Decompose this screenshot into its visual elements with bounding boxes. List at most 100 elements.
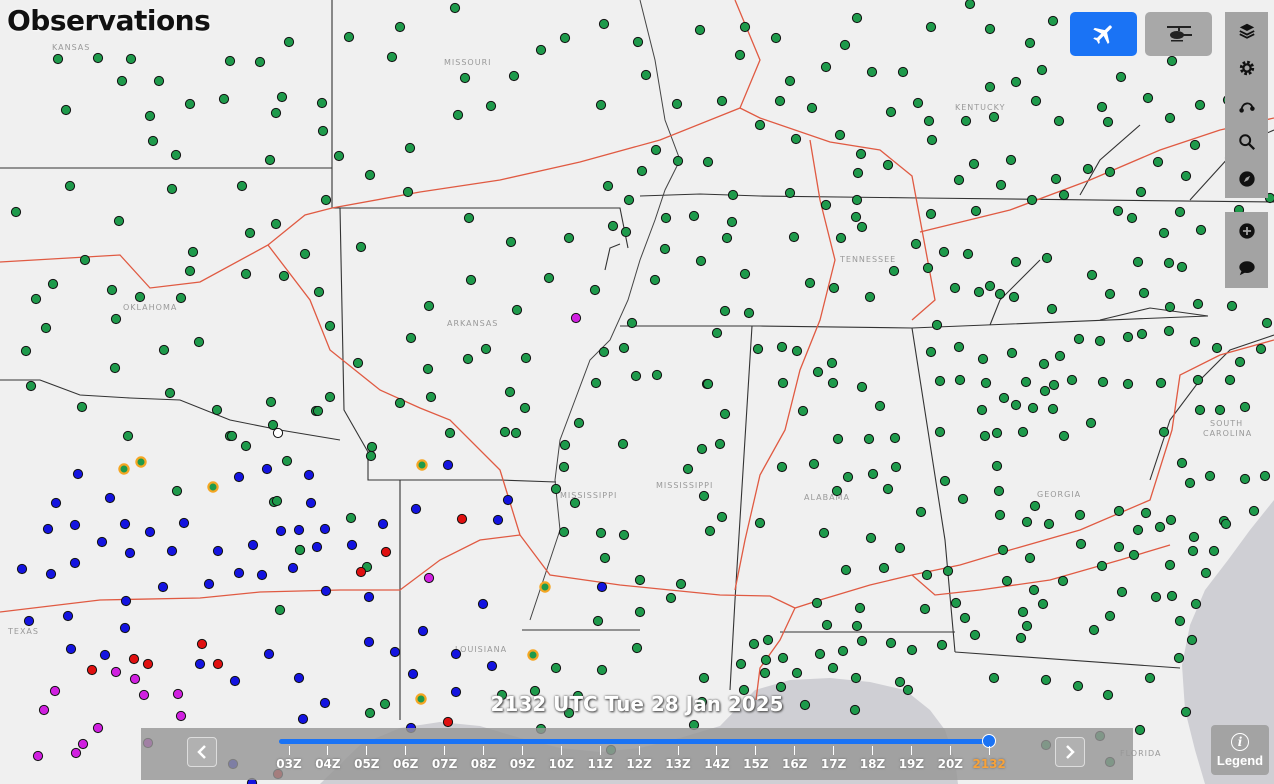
station-marker[interactable]	[776, 341, 788, 353]
station-marker[interactable]	[1112, 205, 1124, 217]
station-marker[interactable]	[748, 638, 760, 650]
station-marker[interactable]	[320, 194, 332, 206]
station-marker[interactable]	[1010, 399, 1022, 411]
station-marker[interactable]	[1097, 376, 1109, 388]
station-marker[interactable]	[1204, 470, 1216, 482]
station-marker[interactable]	[788, 231, 800, 243]
station-marker[interactable]	[1126, 212, 1138, 224]
station-marker[interactable]	[1192, 298, 1204, 310]
station-marker[interactable]	[774, 95, 786, 107]
station-marker[interactable]	[1029, 500, 1041, 512]
station-marker[interactable]	[640, 69, 652, 81]
station-marker[interactable]	[320, 585, 332, 597]
time-tick[interactable]: 11Z	[580, 746, 620, 771]
station-marker[interactable]	[856, 221, 868, 233]
station-marker[interactable]	[364, 707, 376, 719]
station-marker[interactable]	[979, 430, 991, 442]
station-marker[interactable]	[303, 469, 315, 481]
station-marker[interactable]	[128, 653, 140, 665]
station-marker[interactable]	[1040, 674, 1052, 686]
station-marker[interactable]	[856, 381, 868, 393]
station-marker[interactable]	[422, 363, 434, 375]
station-marker[interactable]	[867, 468, 879, 480]
legend-button[interactable]: i Legend	[1211, 725, 1269, 775]
station-marker[interactable]	[1026, 194, 1038, 206]
station-marker[interactable]	[1164, 301, 1176, 313]
station-marker[interactable]	[804, 277, 816, 289]
station-marker[interactable]	[762, 634, 774, 646]
station-marker[interactable]	[38, 704, 50, 716]
station-marker[interactable]	[623, 194, 635, 206]
station-marker[interactable]	[1122, 331, 1134, 343]
station-marker[interactable]	[784, 187, 796, 199]
time-tick[interactable]: 15Z	[736, 746, 776, 771]
station-marker[interactable]	[1150, 591, 1162, 603]
station-marker[interactable]	[109, 362, 121, 374]
station-marker[interactable]	[936, 639, 948, 651]
time-tick[interactable]: 20Z	[930, 746, 970, 771]
station-marker[interactable]	[1050, 173, 1062, 185]
station-marker[interactable]	[721, 232, 733, 244]
station-marker[interactable]	[444, 427, 456, 439]
station-marker[interactable]	[997, 544, 1009, 556]
station-marker[interactable]	[598, 346, 610, 358]
station-marker[interactable]	[573, 417, 585, 429]
station-marker[interactable]	[596, 581, 608, 593]
station-marker[interactable]	[49, 685, 61, 697]
station-marker[interactable]	[969, 629, 981, 641]
station-marker[interactable]	[380, 546, 392, 558]
station-marker[interactable]	[921, 569, 933, 581]
station-marker[interactable]	[499, 426, 511, 438]
station-marker[interactable]	[704, 525, 716, 537]
station-marker[interactable]	[1136, 328, 1148, 340]
station-marker[interactable]	[1102, 116, 1114, 128]
station-marker[interactable]	[910, 238, 922, 250]
station-marker[interactable]	[1054, 350, 1066, 362]
station-marker[interactable]	[834, 129, 846, 141]
station-marker[interactable]	[274, 604, 286, 616]
station-marker[interactable]	[324, 391, 336, 403]
station-marker[interactable]	[1220, 518, 1232, 530]
station-marker[interactable]	[589, 284, 601, 296]
station-marker[interactable]	[894, 542, 906, 554]
station-marker[interactable]	[106, 284, 118, 296]
station-marker[interactable]	[631, 642, 643, 654]
station-marker[interactable]	[1037, 598, 1049, 610]
station-marker[interactable]	[698, 490, 710, 502]
search-button[interactable]	[1225, 123, 1268, 160]
station-marker[interactable]	[50, 497, 62, 509]
station-marker[interactable]	[925, 208, 937, 220]
station-marker[interactable]	[1057, 575, 1069, 587]
station-marker[interactable]	[777, 652, 789, 664]
time-tick[interactable]: 05Z	[347, 746, 387, 771]
station-marker[interactable]	[124, 547, 136, 559]
station-marker[interactable]	[1075, 538, 1087, 550]
station-marker[interactable]	[626, 317, 638, 329]
zoom-in-button[interactable]	[1225, 212, 1268, 249]
station-marker[interactable]	[665, 592, 677, 604]
station-marker[interactable]	[1094, 335, 1106, 347]
observations-map[interactable]: KANSAS MISSOURI KENTUCKY OKLAHOMA ARKANS…	[0, 0, 1274, 784]
station-marker[interactable]	[60, 104, 72, 116]
station-marker[interactable]	[125, 53, 137, 65]
station-marker[interactable]	[224, 55, 236, 67]
station-marker[interactable]	[888, 265, 900, 277]
station-marker[interactable]	[702, 378, 714, 390]
station-marker[interactable]	[312, 405, 324, 417]
station-marker[interactable]	[1164, 559, 1176, 571]
station-marker[interactable]	[821, 619, 833, 631]
station-marker[interactable]	[297, 713, 309, 725]
station-marker[interactable]	[267, 419, 279, 431]
station-marker[interactable]	[1255, 343, 1267, 355]
station-marker[interactable]	[649, 274, 661, 286]
station-marker[interactable]	[305, 497, 317, 509]
station-marker[interactable]	[355, 566, 367, 578]
station-marker[interactable]	[954, 374, 966, 386]
station-marker[interactable]	[1138, 287, 1150, 299]
station-marker[interactable]	[319, 523, 331, 535]
time-tick[interactable]: 09Z	[502, 746, 542, 771]
station-marker[interactable]	[511, 304, 523, 316]
station-marker[interactable]	[959, 612, 971, 624]
station-marker[interactable]	[345, 512, 357, 524]
station-marker[interactable]	[1214, 404, 1226, 416]
